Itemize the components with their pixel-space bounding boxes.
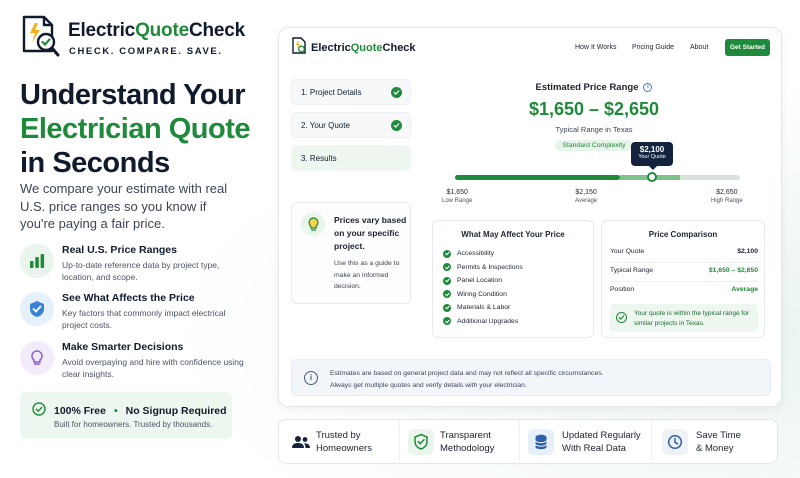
get-started-button[interactable]: Get Started [725,39,770,56]
scale-low: $1,650 Low Range [442,189,473,204]
feature-desc: Key factors that commonly impact electri… [62,308,226,330]
hero-subtitle: We compare your estimate with real U.S. … [20,181,228,231]
nav-about[interactable]: About [690,44,708,51]
info-icon: i [304,371,318,385]
price-factors-card: What May Affect Your Price Accessibility… [432,220,594,338]
factors-list: Accessibility Permits & Inspections Panel … [443,247,523,328]
trust-strip: Trusted by Homeowners Transparent Methodol… [278,419,778,465]
step-project-details[interactable]: 1. Project Details [291,79,411,105]
comparison-row: Position Average [610,286,758,293]
info-icon[interactable]: i [643,83,653,92]
complexity-badge: Standard Complexity [555,140,633,151]
feature-title: Real U.S. Price Ranges [62,244,177,256]
check-circle-icon [32,402,46,419]
factor-item: Accessibility [443,247,523,261]
free-subtext: Built for homeowners. Trusted by thousan… [54,420,213,429]
divider [610,281,758,282]
feature-desc: Avoid overpaying and hire with confidenc… [62,357,244,379]
database-icon [528,429,554,455]
estimate-location: Typical Range in Texas [555,125,633,134]
feature-smarter-decisions: Make Smarter Decisions Avoid overpaying … [20,341,260,383]
comparison-note: Your quote is within the typical range f… [610,304,758,332]
no-signup-label: No Signup Required [125,404,227,417]
lightbulb-icon [301,212,325,236]
comparison-row: Typical Range $1,650 – $2,650 [610,267,758,274]
check-icon [443,263,451,272]
feature-price-factors: See What Affects the Price Key factors t… [20,292,260,334]
comparison-row: Your Quote $2,100 [610,248,758,255]
nav-how-it-works[interactable]: How It Works [575,44,617,51]
trust-save-time: Save Time & Money [651,420,777,465]
check-circle-icon [616,312,627,323]
check-icon [391,87,402,98]
disclaimer-banner: i Estimates are based on general project… [291,359,771,396]
trust-homeowners: Trusted by Homeowners [288,420,403,465]
check-icon [443,317,451,326]
document-bolt-icon [20,14,62,58]
step-label: 2. Your Quote [301,120,350,130]
comparison-title: Price Comparison [648,230,718,239]
tip-heading: Prices vary based on your specific proje… [334,215,407,251]
brand-name: ElectricQuoteCheck [68,20,245,41]
tooltip-value: $2,100 [639,145,665,154]
hero-heading: Understand Your Electrician Quote in Sec… [20,79,251,179]
factor-item: Panel Location [443,274,523,288]
tooltip-label: Your Quote [638,154,666,160]
feature-title: Make Smarter Decisions [62,341,184,353]
app-brand-name: ElectricQuoteCheck [311,42,416,54]
nav-pricing-guide[interactable]: Pricing Guide [632,44,674,51]
bar-fill-low [455,175,621,180]
price-comparison-card: Price Comparison Your Quote $2,100 Typica… [601,220,765,338]
your-quote-tooltip: $2,100 Your Quote [631,142,673,170]
clock-icon [662,429,688,455]
scale-average: $2,150 Average [575,189,598,204]
app-logo[interactable]: ElectricQuoteCheck [291,36,416,60]
estimate-panel: Estimated Price Range i $1,650 – $2,650 T… [427,82,761,152]
step-label: 1. Project Details [301,87,362,97]
step-label: 3. Results [301,153,337,163]
check-icon [391,120,402,131]
trust-methodology: Transparent Methodology [399,420,519,465]
check-icon [443,290,451,299]
lightbulb-icon [20,341,54,375]
factor-item: Materials & Labor [443,301,523,315]
document-search-icon [291,36,307,60]
quote-position-marker [646,172,657,182]
shield-check-icon [20,292,54,326]
price-range-bar [455,172,740,182]
feature-title: See What Affects the Price [62,292,195,304]
check-icon [443,276,451,285]
factor-item: Additional Upgrades [443,315,523,329]
feature-price-ranges: Real U.S. Price Ranges Up-to-date refere… [20,244,260,286]
estimate-range: $1,650 – $2,650 [528,99,660,119]
app-preview-card: ElectricQuoteCheck How It Works Pricing … [278,27,782,407]
divider [610,262,758,263]
disclaimer-text: Estimates are based on general project d… [330,370,604,389]
step-list: 1. Project Details 2. Your Quote 3. Resu… [291,79,411,178]
bar-chart-icon [20,244,54,278]
factor-item: Wiring Condition [443,288,523,302]
factors-title: What May Affect Your Price [461,230,565,239]
shield-check-icon [408,429,434,455]
tip-card: Prices vary based on your specific proje… [291,202,411,304]
estimate-label: Estimated Price Range i [427,82,761,93]
users-icon [288,429,314,455]
free-banner: 100% Free • No Signup Required Built for… [20,392,232,439]
step-your-quote[interactable]: 2. Your Quote [291,112,411,138]
free-label: 100% Free [54,404,106,417]
brand-tagline: CHECK. COMPARE. SAVE. [69,46,223,57]
brand-logo[interactable]: ElectricQuoteCheck CHECK. COMPARE. SAVE. [20,14,260,64]
check-icon [443,303,451,312]
scale-high: $2,650 High Range [711,189,743,204]
check-icon [443,249,451,258]
trust-updated: Updated Regularly With Real Data [519,420,651,465]
feature-desc: Up-to-date reference data by project typ… [62,260,220,282]
step-results[interactable]: 3. Results [291,145,411,171]
bullet-separator: • [113,404,118,417]
factor-item: Permits & Inspections [443,261,523,275]
tip-body: Use this as a guide to make an informed … [334,260,400,290]
